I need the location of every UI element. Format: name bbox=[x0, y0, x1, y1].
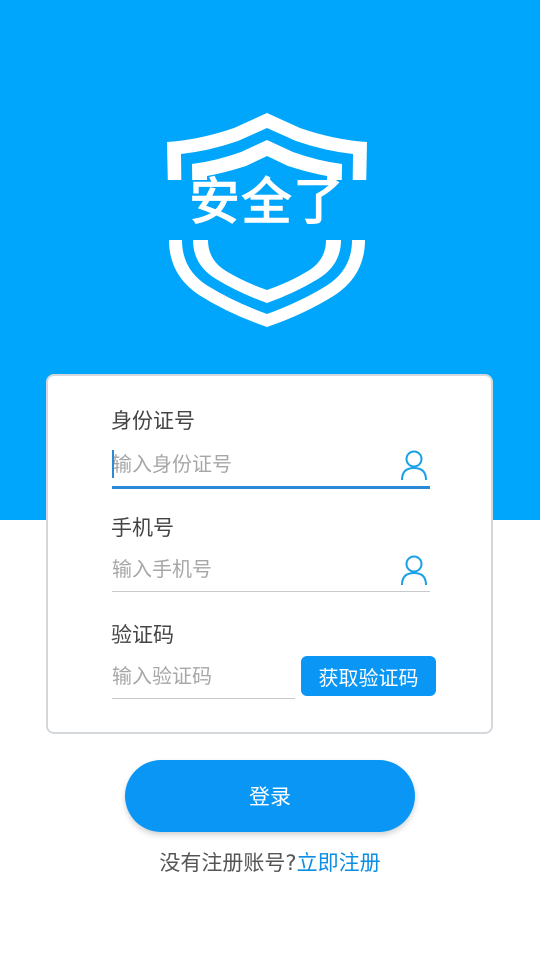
logo-text: 安全了 bbox=[189, 173, 346, 231]
register-prompt: 没有注册账号?立即注册 bbox=[0, 848, 540, 878]
id-card-label: 身份证号 bbox=[111, 409, 195, 433]
code-label: 验证码 bbox=[111, 623, 174, 647]
login-button[interactable]: 登录 bbox=[125, 760, 415, 832]
text-cursor bbox=[112, 450, 114, 478]
register-prompt-text: 没有注册账号? bbox=[159, 851, 297, 875]
user-icon bbox=[400, 449, 428, 481]
phone-input[interactable] bbox=[112, 551, 382, 587]
phone-field bbox=[112, 551, 430, 592]
user-icon bbox=[400, 554, 428, 586]
id-card-input[interactable] bbox=[112, 446, 382, 482]
get-code-button[interactable]: 获取验证码 bbox=[301, 656, 436, 696]
code-input[interactable] bbox=[112, 658, 292, 694]
app-logo: 安全了 bbox=[160, 110, 375, 330]
login-form-card: 身份证号 手机号 验证码 获取验证码 bbox=[46, 374, 493, 734]
id-card-field bbox=[112, 446, 430, 489]
register-link[interactable]: 立即注册 bbox=[297, 851, 381, 875]
phone-label: 手机号 bbox=[111, 516, 174, 540]
code-field bbox=[112, 658, 295, 699]
